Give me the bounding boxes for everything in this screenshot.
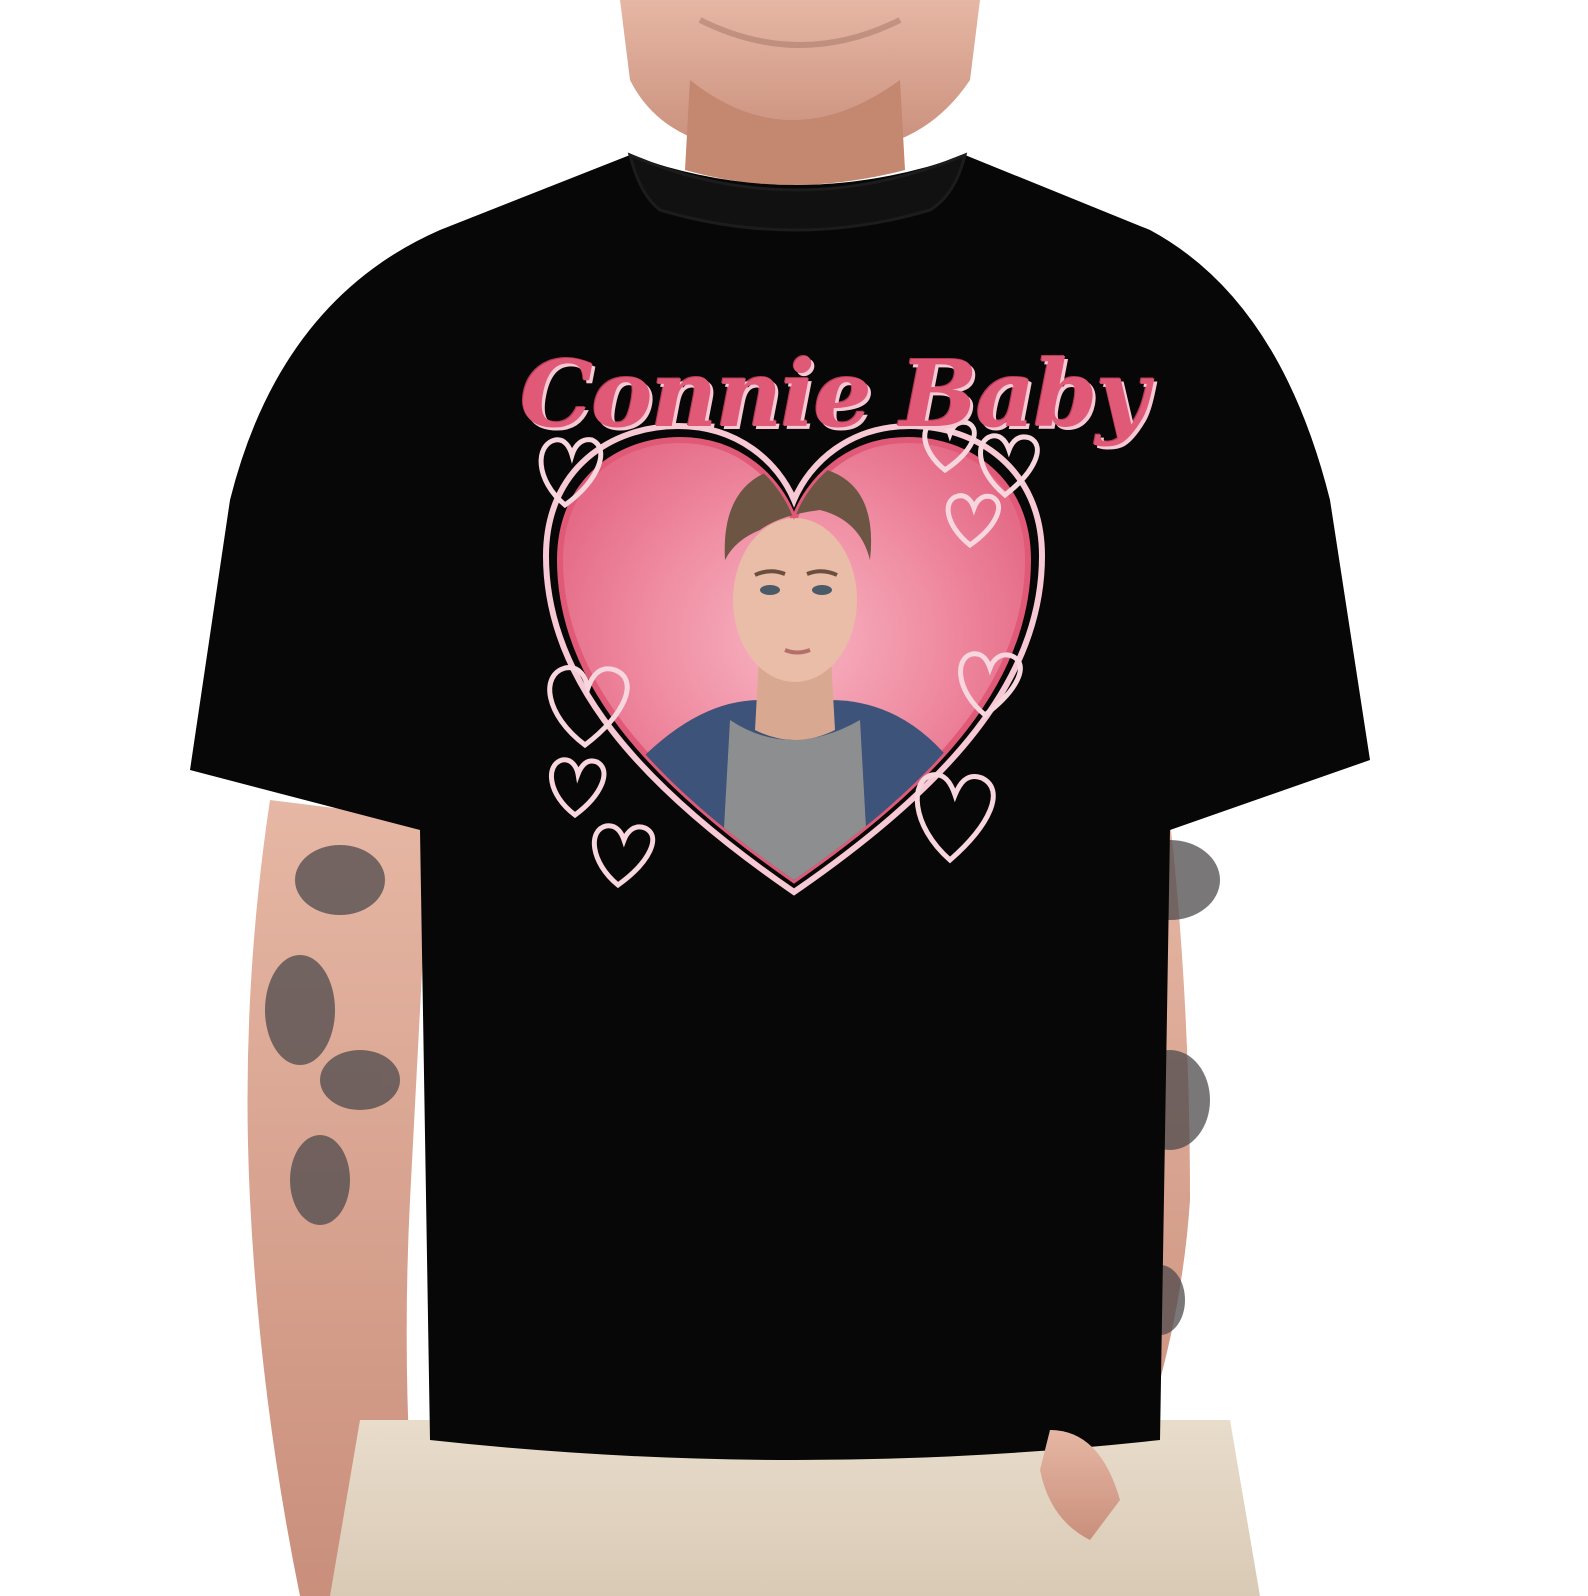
print-title: Connie Baby xyxy=(520,340,1149,448)
scene xyxy=(0,0,1588,1596)
product-photo: Connie Baby xyxy=(0,0,1588,1596)
